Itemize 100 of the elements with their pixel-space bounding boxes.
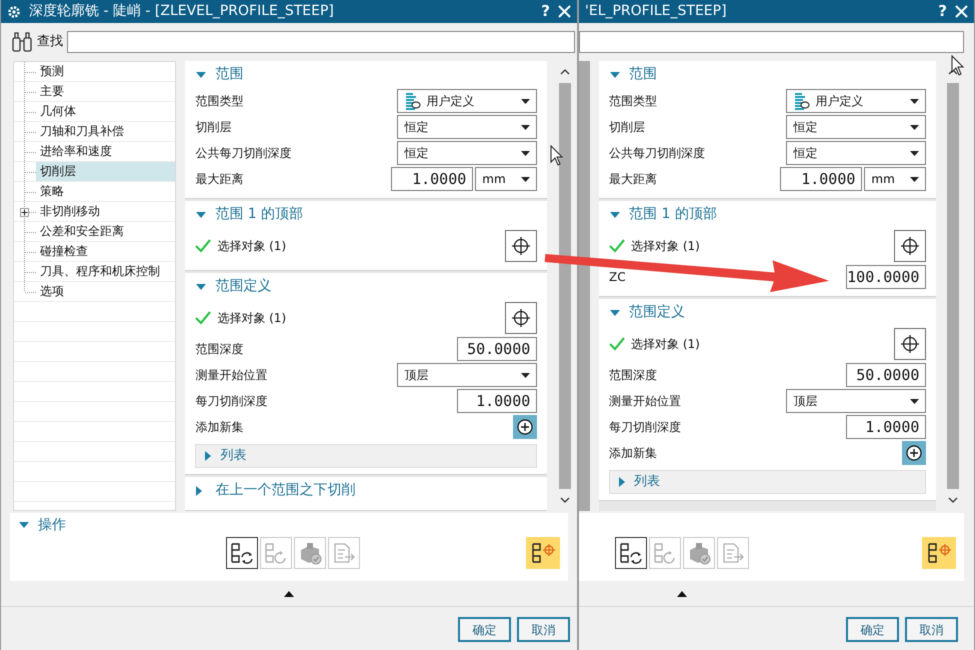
dropdown[interactable]: 用户定义 — [397, 89, 538, 113]
dropdown[interactable]: 恒定 — [397, 115, 538, 139]
operation-button[interactable] — [615, 537, 647, 569]
number-field[interactable]: 1.0000 — [391, 167, 474, 191]
section-header[interactable]: 范围 1 的顶部 — [609, 201, 926, 228]
caret-icon — [910, 398, 920, 404]
dropdown[interactable]: 顶层 — [397, 363, 538, 387]
tree-item[interactable]: 公差和安全距离 — [36, 222, 128, 241]
section-header[interactable]: 范围 — [195, 61, 538, 88]
crosshair-icon — [900, 236, 920, 256]
list-group-header[interactable]: 列表 — [195, 444, 538, 468]
field-label: 选择对象 (1) — [631, 238, 700, 255]
triangle-right-icon — [618, 476, 626, 488]
dropdown[interactable]: 恒定 — [786, 141, 926, 165]
tree-item[interactable]: 预测 — [36, 62, 68, 81]
add-button[interactable] — [902, 441, 926, 465]
tree-item[interactable]: 进给率和速度 — [36, 142, 116, 161]
section-header[interactable]: 范围 1 的顶部 — [195, 201, 538, 228]
section-header[interactable]: 范围定义 — [195, 273, 538, 300]
crosshair-icon — [511, 308, 532, 328]
tree-item[interactable]: 碰撞检查 — [36, 242, 92, 261]
scrollbar-thumb[interactable] — [947, 83, 960, 489]
number-field[interactable]: 1.0000 — [457, 389, 538, 413]
check-icon — [195, 239, 212, 253]
expand-toggle[interactable] — [20, 208, 29, 217]
field-label: 每刀切削深度 — [195, 393, 268, 410]
field-label: ZC — [609, 269, 626, 286]
dropdown[interactable]: 恒定 — [397, 141, 538, 165]
dialog-button[interactable]: 确定 — [458, 617, 511, 642]
field-label: 每刀切削深度 — [609, 419, 681, 436]
window-title: 'EL_PROFILE_STEEP] — [585, 2, 728, 21]
section-header[interactable]: 在上一个范围之下切削 — [195, 477, 538, 504]
caret-icon — [910, 98, 920, 104]
operation-button[interactable] — [226, 537, 258, 569]
dialog-button[interactable]: 取消 — [905, 617, 958, 642]
tree-item[interactable]: 切削层 — [36, 162, 176, 181]
field-label: 测量开始位置 — [195, 367, 268, 384]
list-group-header[interactable]: 列表 — [609, 470, 926, 494]
select-object-button[interactable] — [505, 302, 538, 334]
operation-button[interactable] — [922, 537, 956, 569]
field-label: 添加新集 — [195, 419, 244, 436]
scrollbar-thumb[interactable] — [558, 83, 571, 489]
field-label: 范围类型 — [195, 93, 244, 110]
number-field[interactable]: 1.0000 — [780, 167, 862, 191]
number-field[interactable]: 50.0000 — [846, 363, 926, 387]
caret-icon — [910, 176, 920, 182]
dropdown[interactable]: 恒定 — [786, 115, 926, 139]
dropdown[interactable]: 顶层 — [786, 389, 926, 413]
window-title: 深度轮廓铣 - 陡峭 - [ZLEVEL_PROFILE_STEEP] — [29, 2, 335, 21]
chevron-down-icon — [560, 497, 570, 503]
number-field[interactable]: 1.0000 — [846, 415, 926, 439]
select-object-button[interactable] — [894, 328, 926, 360]
field-label: 测量开始位置 — [609, 393, 681, 410]
field-label: 公共每刀切削深度 — [609, 145, 705, 162]
tree-item[interactable]: 刀具、程序和机床控制 — [36, 262, 164, 281]
crosshair-icon — [511, 236, 532, 256]
section-header[interactable]: 范围定义 — [609, 299, 926, 326]
tree-item[interactable]: 选项 — [36, 282, 68, 301]
field-label: 切削层 — [195, 119, 232, 136]
field-label: 最大距离 — [609, 171, 657, 188]
gear-icon — [7, 4, 21, 18]
unit-dropdown[interactable]: mm — [475, 167, 538, 191]
search-field[interactable] — [67, 31, 575, 53]
section-header[interactable]: 范围 — [609, 61, 926, 88]
field-label: 选择对象 (1) — [217, 310, 286, 327]
close-icon — [955, 5, 968, 18]
field-label: 选择对象 (1) — [217, 238, 286, 255]
number-field[interactable]: 100.0000 — [846, 265, 926, 289]
dialog-button[interactable]: 确定 — [846, 617, 899, 642]
tree-item[interactable]: 非切削移动 — [36, 202, 104, 221]
caret-icon — [521, 150, 530, 156]
binoculars-icon — [11, 31, 33, 53]
plus-icon — [517, 419, 534, 435]
dropdown[interactable]: 用户定义 — [786, 89, 926, 113]
help-button[interactable]: ? — [938, 0, 947, 23]
field-label: 添加新集 — [609, 445, 657, 462]
plus-icon — [21, 209, 28, 216]
tree-item[interactable]: 主要 — [36, 82, 68, 101]
caret-icon — [521, 176, 530, 182]
section-header[interactable]: 操作 — [18, 514, 66, 536]
field-label: 范围类型 — [609, 93, 657, 110]
plus-icon — [906, 445, 922, 461]
select-object-button[interactable] — [505, 230, 538, 262]
tree-item[interactable]: 刀轴和刀具补偿 — [36, 122, 128, 141]
add-button[interactable] — [513, 415, 538, 439]
caret-icon — [910, 150, 920, 156]
search-label: 查找 — [37, 33, 63, 52]
scrollbar[interactable] — [579, 61, 590, 511]
field-label: 最大距离 — [195, 171, 244, 188]
number-field[interactable]: 50.0000 — [457, 337, 538, 361]
unit-dropdown[interactable]: mm — [864, 167, 926, 191]
select-object-button[interactable] — [894, 230, 926, 262]
operation-button[interactable] — [526, 537, 560, 569]
help-button[interactable]: ? — [541, 0, 550, 23]
dialog-button[interactable]: 取消 — [517, 617, 570, 642]
tree-item[interactable]: 几何体 — [36, 102, 80, 121]
search-field[interactable] — [579, 31, 964, 53]
tree-item[interactable]: 策略 — [36, 182, 68, 201]
caret-icon — [521, 372, 530, 378]
field-label: 公共每刀切削深度 — [195, 145, 292, 162]
